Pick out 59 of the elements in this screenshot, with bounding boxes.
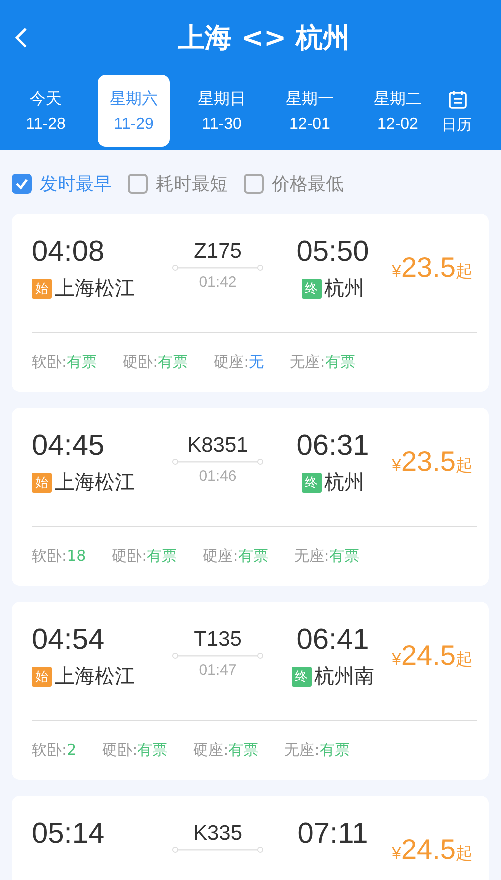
end-tag: 终: [302, 472, 322, 492]
seat-availability: 硬座:无: [214, 353, 264, 372]
seat-availability: 软卧:18: [32, 547, 86, 566]
arrival-time: 06:31: [296, 430, 370, 463]
train-card[interactable]: 05:14 K335 07:11 ¥24.5起: [12, 796, 489, 880]
calendar-button[interactable]: 日历: [442, 75, 482, 150]
departure-station: 上海松江: [55, 469, 135, 496]
date-tab[interactable]: 星期六 11-29: [98, 75, 170, 147]
train-number: K8351: [188, 434, 248, 458]
arrival-time: 06:41: [296, 624, 370, 657]
seat-availability: 硬卧:有票: [112, 547, 178, 566]
departure-station: 上海松江: [55, 663, 135, 690]
duration: 01:46: [199, 468, 237, 485]
date-tab[interactable]: 星期二 12-02: [362, 75, 434, 147]
start-tag: 始: [32, 278, 52, 298]
seat-availability: 硬座:有票: [194, 741, 259, 760]
arrival-station: 杭州南: [314, 663, 374, 690]
date-tab[interactable]: 今天 11-28: [10, 75, 82, 147]
train-card[interactable]: 04:54 始 上海松江 T135 01:47 06:41 终 杭州南 ¥24.5起 软卧:2 硬卧:有票 硬座:有票 无座:有票: [12, 602, 489, 780]
arrival-station: 杭州: [324, 469, 364, 496]
date-tab[interactable]: 星期一 12-01: [274, 75, 346, 147]
end-tag: 终: [292, 666, 312, 686]
price: ¥24.5起: [392, 833, 473, 867]
departure-time: 04:08: [32, 236, 105, 269]
seat-availability: 无座:有票: [294, 547, 360, 566]
price: ¥24.5起: [392, 639, 473, 673]
departure-time: 05:14: [32, 818, 105, 851]
price: ¥23.5起: [392, 445, 473, 479]
train-card[interactable]: 04:08 始 上海松江 Z175 01:42 05:50 终 杭州 ¥23.5起 软卧:有票 硬卧:有票 硬座:无 无座:有票: [12, 214, 489, 392]
sort-checkbox[interactable]: 价格最低: [244, 172, 344, 196]
train-number: Z175: [194, 240, 242, 264]
seat-availability: 软卧:2: [32, 741, 77, 760]
calendar-icon: [448, 90, 468, 110]
start-tag: 始: [32, 472, 52, 492]
seat-availability: 无座:有票: [290, 353, 356, 372]
date-tab[interactable]: 星期日 11-30: [186, 75, 258, 147]
price: ¥23.5起: [392, 251, 473, 285]
arrival-time: 05:50: [296, 236, 370, 269]
end-tag: 终: [302, 278, 322, 298]
departure-time: 04:54: [32, 624, 105, 657]
train-card[interactable]: 04:45 始 上海松江 K8351 01:46 06:31 终 杭州 ¥23.5起 软卧:18 硬卧:有票 硬座:有票 无座:有票: [12, 408, 489, 586]
sort-checkbox[interactable]: 耗时最短: [128, 172, 228, 196]
back-icon[interactable]: [14, 26, 28, 48]
seat-availability: 无座:有票: [284, 741, 350, 760]
train-number: T135: [194, 628, 242, 652]
duration: 01:42: [199, 274, 237, 291]
seat-availability: 硬卧:有票: [123, 353, 188, 372]
sort-checkbox[interactable]: 发时最早: [12, 172, 112, 196]
train-number: K335: [193, 822, 243, 846]
arrival-time: 07:11: [298, 818, 368, 851]
duration: 01:47: [199, 662, 237, 679]
seat-availability: 软卧:有票: [32, 353, 98, 372]
departure-time: 04:45: [32, 430, 105, 463]
departure-station: 上海松江: [55, 275, 135, 302]
seat-availability: 硬座:有票: [203, 547, 268, 566]
start-tag: 始: [32, 666, 52, 686]
page-title: 上海 <> 杭州: [178, 22, 350, 56]
seat-availability: 硬卧:有票: [102, 741, 168, 760]
arrival-station: 杭州: [324, 275, 364, 302]
